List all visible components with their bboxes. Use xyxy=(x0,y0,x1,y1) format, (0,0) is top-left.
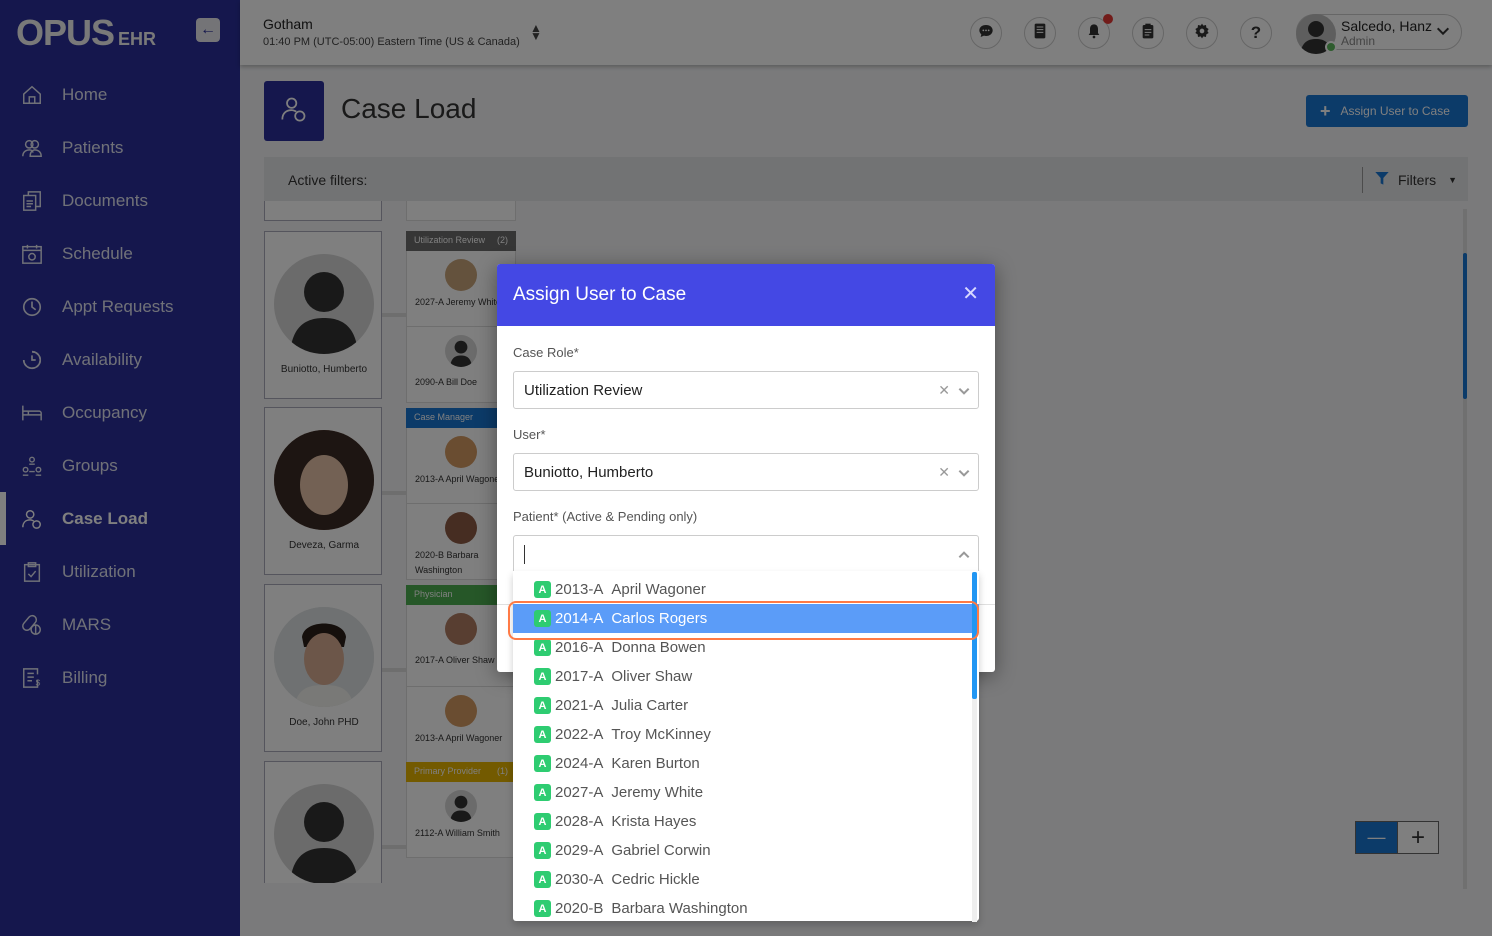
patient-code: 2027-A xyxy=(555,784,604,801)
patient-code: 2017-A xyxy=(555,668,604,685)
patient-option[interactable]: A 2024-A Karen Burton xyxy=(513,749,979,778)
case-role-value: Utilization Review xyxy=(524,382,643,399)
patient-option[interactable]: A 2027-A Jeremy White xyxy=(513,778,979,807)
patient-code: 2020-B xyxy=(555,900,604,917)
chevron-up-icon[interactable] xyxy=(956,548,972,567)
patient-name: Carlos Rogers xyxy=(611,610,708,627)
user-label: User* xyxy=(513,427,546,442)
patient-label: Patient* (Active & Pending only) xyxy=(513,509,698,524)
patient-code: 2024-A xyxy=(555,755,604,772)
patient-code: 2022-A xyxy=(555,726,604,743)
modal-title: Assign User to Case xyxy=(513,284,687,305)
active-status-badge: A xyxy=(534,755,551,772)
patient-code: 2016-A xyxy=(555,639,604,656)
patient-option[interactable]: A 2013-A April Wagoner xyxy=(513,575,979,604)
patient-code: 2030-A xyxy=(555,871,604,888)
patient-name: Julia Carter xyxy=(611,697,689,714)
patient-code: 2013-A xyxy=(555,581,604,598)
patient-option[interactable]: A 2028-A Krista Hayes xyxy=(513,807,979,836)
patient-code: 2021-A xyxy=(555,697,604,714)
dropdown-scrollbar[interactable] xyxy=(972,572,977,922)
active-status-badge: A xyxy=(534,610,551,627)
active-status-badge: A xyxy=(534,697,551,714)
patient-option[interactable]: A 2017-A Oliver Shaw xyxy=(513,662,979,691)
patient-option[interactable]: A 2022-A Troy McKinney xyxy=(513,720,979,749)
case-role-select[interactable]: Utilization Review ✕ xyxy=(513,371,979,409)
active-status-badge: A xyxy=(534,813,551,830)
active-status-badge: A xyxy=(534,668,551,685)
patient-name: Cedric Hickle xyxy=(611,871,700,888)
patient-name: Karen Burton xyxy=(611,755,700,772)
patient-code: 2014-A xyxy=(555,610,604,627)
patient-name: Barbara Washington xyxy=(611,900,748,917)
active-status-badge: A xyxy=(534,871,551,888)
scrollbar-thumb[interactable] xyxy=(972,572,977,699)
patient-option[interactable]: A 2016-A Donna Bowen xyxy=(513,633,979,662)
patient-name: April Wagoner xyxy=(611,581,706,598)
user-value: Buniotto, Humberto xyxy=(524,464,654,481)
clear-icon[interactable]: ✕ xyxy=(938,382,950,399)
chevron-down-icon[interactable] xyxy=(956,384,972,403)
active-status-badge: A xyxy=(534,784,551,801)
active-status-badge: A xyxy=(534,639,551,656)
patient-code: 2029-A xyxy=(555,842,604,859)
close-icon[interactable]: ✕ xyxy=(962,281,979,306)
patient-name: Krista Hayes xyxy=(611,813,697,830)
patient-search-input[interactable] xyxy=(513,535,979,573)
patient-option[interactable]: A 2021-A Julia Carter xyxy=(513,691,979,720)
clear-icon[interactable]: ✕ xyxy=(938,464,950,481)
patient-name: Donna Bowen xyxy=(611,639,706,656)
patient-name: Troy McKinney xyxy=(611,726,711,743)
active-status-badge: A xyxy=(534,581,551,598)
patient-option-selected[interactable]: A 2014-A Carlos Rogers xyxy=(513,604,979,633)
patient-option[interactable]: A 2030-A Cedric Hickle xyxy=(513,865,979,894)
user-select[interactable]: Buniotto, Humberto ✕ xyxy=(513,453,979,491)
patient-name: Oliver Shaw xyxy=(611,668,693,685)
patient-option[interactable]: A 2029-A Gabriel Corwin xyxy=(513,836,979,865)
patient-name: Gabriel Corwin xyxy=(611,842,711,859)
chevron-down-icon[interactable] xyxy=(956,466,972,485)
patient-code: 2028-A xyxy=(555,813,604,830)
active-status-badge: A xyxy=(534,726,551,743)
active-status-badge: A xyxy=(534,842,551,859)
modal-header: Assign User to Case ✕ xyxy=(497,264,995,326)
patient-dropdown-list: A 2013-A April Wagoner A 2014-A Carlos Roger… xyxy=(513,571,979,921)
patient-name: Jeremy White xyxy=(611,784,704,801)
case-role-label: Case Role* xyxy=(513,345,579,360)
active-status-badge: A xyxy=(534,900,551,917)
patient-option[interactable]: A 2020-B Barbara Washington xyxy=(513,894,979,921)
text-cursor xyxy=(524,545,525,564)
